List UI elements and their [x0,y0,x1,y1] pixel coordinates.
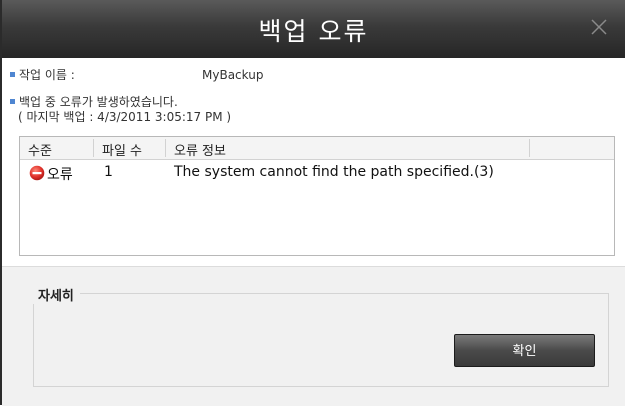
table-header: 수준 파일 수 오류 정보 [20,137,614,160]
column-separator[interactable] [93,139,94,157]
title-bar: 백업 오류 [2,0,625,58]
error-message: 백업 중 오류가 발생하였습니다. [19,95,178,109]
close-icon[interactable] [587,15,611,39]
column-header-level[interactable]: 수준 [28,140,52,159]
cell-error-info: The system cannot find the path specifie… [174,164,494,180]
dialog-title: 백업 오류 [258,17,369,46]
job-name-row: 작업 이름 : MyBackup [10,68,263,82]
column-header-error-info[interactable]: 오류 정보 [174,140,226,159]
column-header-file-count[interactable]: 파일 수 [102,140,142,159]
table-row[interactable]: 오류 1 The system cannot find the path spe… [20,161,614,183]
column-separator[interactable] [529,139,530,157]
error-icon [29,165,45,181]
backup-error-dialog: 백업 오류 작업 이름 : MyBackup 백업 중 오류가 발생하였습니다.… [0,0,625,406]
job-name-value: MyBackup [202,68,264,82]
bullet-icon [10,99,15,104]
details-label: 자세히 [32,285,80,304]
error-table: 수준 파일 수 오류 정보 오류 1 The system cannot fin… [19,136,615,256]
job-name-label: 작업 이름 : [19,68,75,82]
ok-button[interactable]: 확인 [454,334,595,367]
cell-level: 오류 [47,167,73,183]
bullet-icon [10,72,15,77]
column-separator[interactable] [165,139,166,157]
cell-file-count: 1 [104,164,113,180]
last-backup-text: ( 마지막 백업 : 4/3/2011 3:05:17 PM ) [18,110,232,124]
error-message-row: 백업 중 오류가 발생하였습니다. [10,95,178,109]
